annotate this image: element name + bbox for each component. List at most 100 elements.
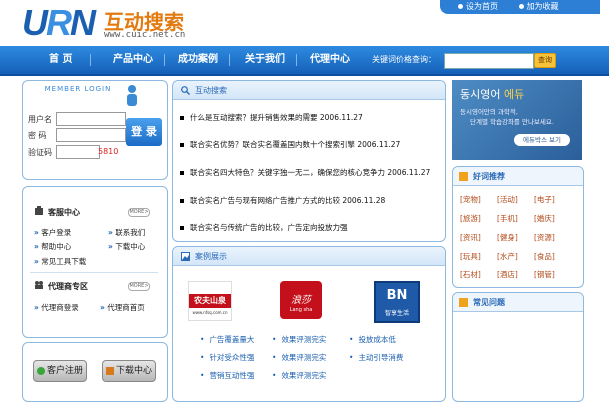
phone-icon — [35, 206, 43, 215]
news-item[interactable]: 什么是互动搜索？提升销售效果的需要 2006.11.27 — [180, 112, 363, 123]
password-label: 密 码 — [28, 131, 47, 140]
bullet-icon — [518, 4, 524, 9]
bn-logo[interactable]: BN 智享生活 — [374, 281, 420, 323]
hot-tag[interactable]: [健身] — [497, 232, 518, 243]
panel-header: 互动搜索 — [173, 81, 445, 100]
login-button[interactable]: 登 录 — [126, 118, 162, 146]
bullet-icon — [180, 226, 184, 230]
case-link[interactable]: • 主动引导消费 — [349, 352, 403, 363]
user-icon — [127, 85, 137, 106]
password-input[interactable] — [56, 128, 126, 142]
star-icon — [459, 172, 468, 181]
captcha-input[interactable] — [56, 145, 100, 159]
agent-title: 代理商专区 — [48, 282, 88, 291]
case-link[interactable]: • 效果评测完实 — [272, 370, 326, 381]
news-item[interactable]: 联合实名四大特色？关键字独一无二，确保您的核心竞争力 2006.11.27 — [180, 167, 430, 178]
help-center-link[interactable]: » 帮助中心 — [34, 241, 71, 252]
top-links: 设为首页 加为收藏 — [440, 0, 600, 14]
langsha-logo[interactable]: 浪莎 Lang sha — [280, 281, 322, 319]
ad-line: 단계별 학습강좌를 만나보세요. — [470, 118, 554, 126]
customer-login-link[interactable]: » 客户登录 — [34, 227, 71, 238]
nongfu-logo[interactable]: 农夫山泉 www.nfsq.com.cn — [188, 281, 232, 321]
agent-home-link[interactable]: » 代理商首页 — [100, 302, 145, 313]
add-favorite-link[interactable]: 加为收藏 — [518, 0, 559, 14]
hot-tag[interactable]: [食品] — [534, 251, 555, 262]
panel-title: 互动搜索 — [195, 86, 227, 95]
panel-title: 好词推荐 — [473, 172, 505, 181]
news-item[interactable]: 联合实名与传统广告的比较，广告定向投放力强 — [180, 222, 348, 233]
ad-title: 동시영어 에듀 — [460, 88, 525, 101]
nav-cases[interactable]: 成功案例 — [178, 46, 218, 74]
nav-home[interactable]: 首 页 — [49, 46, 72, 74]
keyword-input[interactable] — [444, 53, 534, 69]
tools-download-link[interactable]: » 常见工具下载 — [34, 256, 86, 267]
download-center-link[interactable]: » 下载中心 — [108, 241, 145, 252]
hot-tag[interactable]: [钢管] — [534, 269, 555, 280]
main-nav: 首 页 产品中心 成功案例 关于我们 代理中心 关键词价格查询： 查询 — [0, 46, 609, 76]
bullet-icon — [180, 171, 184, 175]
download-icon — [105, 366, 114, 375]
hot-tag[interactable]: [活动] — [497, 194, 518, 205]
hot-tag[interactable]: [资讯] — [460, 232, 481, 243]
keyword-search-button[interactable]: 查询 — [534, 53, 556, 68]
nav-divider — [90, 54, 91, 66]
case-link[interactable]: • 投放成本低 — [349, 334, 396, 345]
captcha-image[interactable]: 5810 — [98, 147, 118, 156]
case-link[interactable]: • 效果评测完实 — [272, 334, 326, 345]
hot-tag[interactable]: [旅游] — [460, 213, 481, 224]
site-url: www.cuic.net.cn — [104, 30, 186, 40]
person-icon — [36, 366, 45, 375]
nav-products[interactable]: 产品中心 — [113, 46, 153, 74]
agent-more-button[interactable]: MORE> — [128, 282, 150, 291]
login-title: MEMBER LOGIN — [44, 85, 112, 93]
hot-tag[interactable]: [宠物] — [460, 194, 481, 205]
hot-tag[interactable]: [手机] — [497, 213, 518, 224]
nav-agent[interactable]: 代理中心 — [310, 46, 350, 74]
service-more-button[interactable]: MORE> — [128, 208, 150, 217]
hot-tag[interactable]: [酒店] — [497, 269, 518, 280]
ad-banner[interactable]: 동시영어 에듀 동시영어만의 과학적, 단계별 학습강좌를 만나보세요. 에듀박… — [452, 80, 582, 160]
logo[interactable]: URN — [22, 2, 102, 44]
bullet-icon — [458, 4, 463, 9]
nav-divider — [296, 54, 297, 66]
agent-login-link[interactable]: » 代理商登录 — [34, 302, 79, 313]
search-news-panel: 互动搜索 — [172, 80, 446, 242]
username-label: 用户名 — [28, 115, 52, 124]
case-link[interactable]: • 效果评测完实 — [272, 352, 326, 363]
hot-tag[interactable]: [石材] — [460, 269, 481, 280]
set-homepage-link[interactable]: 设为首页 — [458, 0, 498, 14]
bullet-icon — [180, 199, 184, 203]
panel-header: 常见问题 — [453, 293, 583, 312]
panel-header: 好词推荐 — [453, 167, 583, 186]
nav-divider — [229, 54, 230, 66]
ad-line: 동시영어만의 과학적, — [460, 108, 518, 116]
case-link[interactable]: • 营销互动性强 — [200, 370, 254, 381]
username-input[interactable] — [56, 112, 126, 126]
contact-us-link[interactable]: » 联系我们 — [108, 227, 145, 238]
case-link[interactable]: • 广告覆盖量大 — [200, 334, 254, 345]
bullet-icon — [180, 116, 184, 120]
hot-tag[interactable]: [婚庆] — [534, 213, 555, 224]
register-button[interactable]: 客户注册 — [33, 360, 87, 382]
hot-tag[interactable]: [资源] — [534, 232, 555, 243]
hot-tag[interactable]: [玩具] — [460, 251, 481, 262]
keyword-label: 关键词价格查询： — [372, 55, 436, 64]
news-item[interactable]: 联合实名优势？联合实名覆盖国内数十个搜索引擎 2006.11.27 — [180, 139, 400, 150]
ad-view-button[interactable]: 에듀박스 보기 — [514, 134, 570, 146]
captcha-label: 验证码 — [28, 148, 52, 157]
panel-title: 常见问题 — [473, 298, 505, 307]
hot-tag[interactable]: [水产] — [497, 251, 518, 262]
panel-header: 案例展示 — [173, 247, 445, 266]
bullet-icon — [180, 143, 184, 147]
magnifier-icon — [181, 86, 190, 95]
faq-panel: 常见问题 — [452, 292, 584, 402]
panel-title: 案例展示 — [195, 252, 227, 261]
divider — [30, 272, 158, 273]
news-item[interactable]: 联合实名广告与现有网络广告推广方式的比较 2006.11.28 — [180, 195, 385, 206]
picture-icon — [181, 252, 190, 261]
hot-tag[interactable]: [电子] — [534, 194, 555, 205]
case-link[interactable]: • 针对受众性强 — [200, 352, 254, 363]
download-button[interactable]: 下载中心 — [102, 360, 156, 382]
agent-icon — [35, 281, 43, 289]
nav-about[interactable]: 关于我们 — [245, 46, 285, 74]
